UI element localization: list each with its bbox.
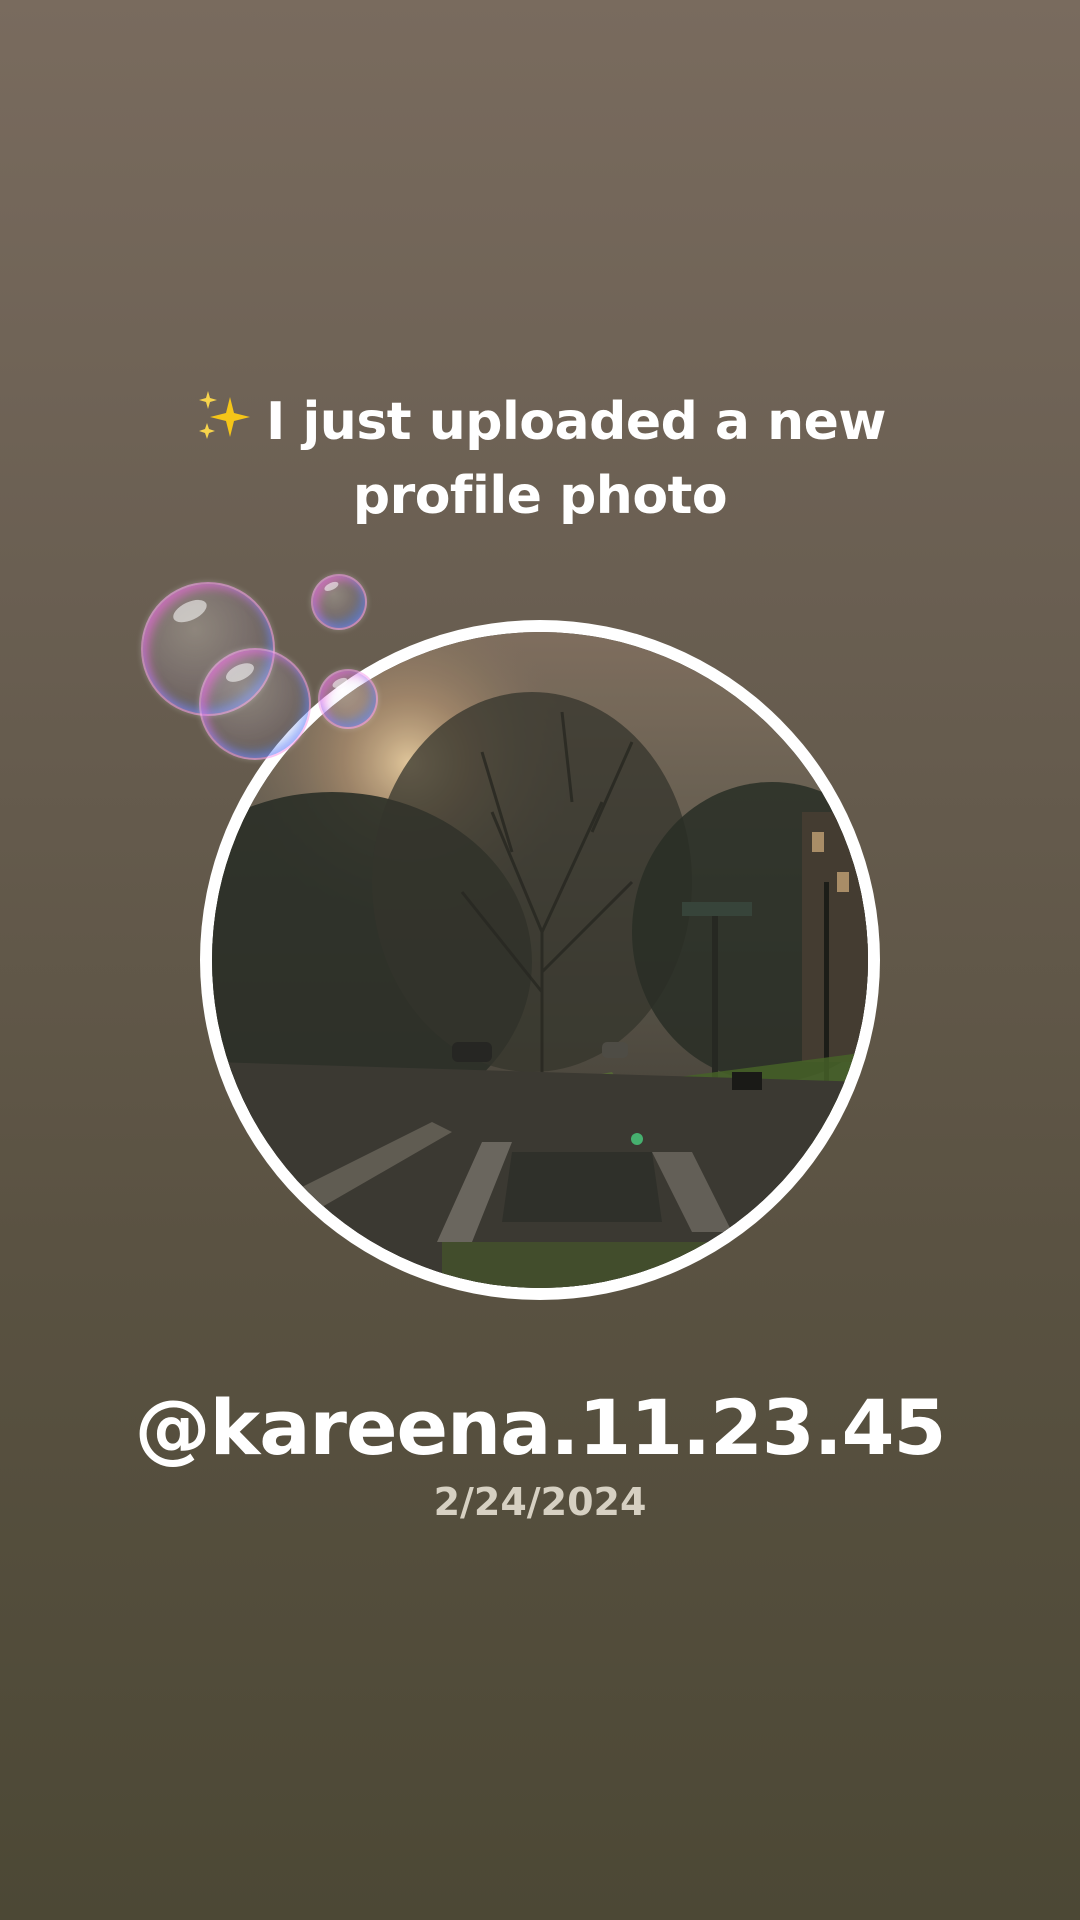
story-screen: I just uploaded a new profile photo @kar… (0, 0, 1080, 1920)
headline-text-1: I just uploaded a new (266, 392, 886, 452)
headline-line-2: profile photo (352, 466, 728, 526)
bubble-small-top (311, 574, 367, 630)
upload-date: 2/24/2024 (433, 1480, 647, 1524)
profile-photo-image (212, 632, 868, 1288)
profile-photo[interactable] (212, 632, 868, 1288)
headline-line-1: I just uploaded a new (0, 385, 1080, 459)
username[interactable]: @kareena.11.23.45 (0, 1383, 1080, 1473)
bubble-medium (199, 648, 311, 760)
sparkles-icon (194, 387, 254, 447)
headline: I just uploaded a new profile photo (0, 385, 1080, 533)
bubble-small-right (318, 669, 378, 729)
